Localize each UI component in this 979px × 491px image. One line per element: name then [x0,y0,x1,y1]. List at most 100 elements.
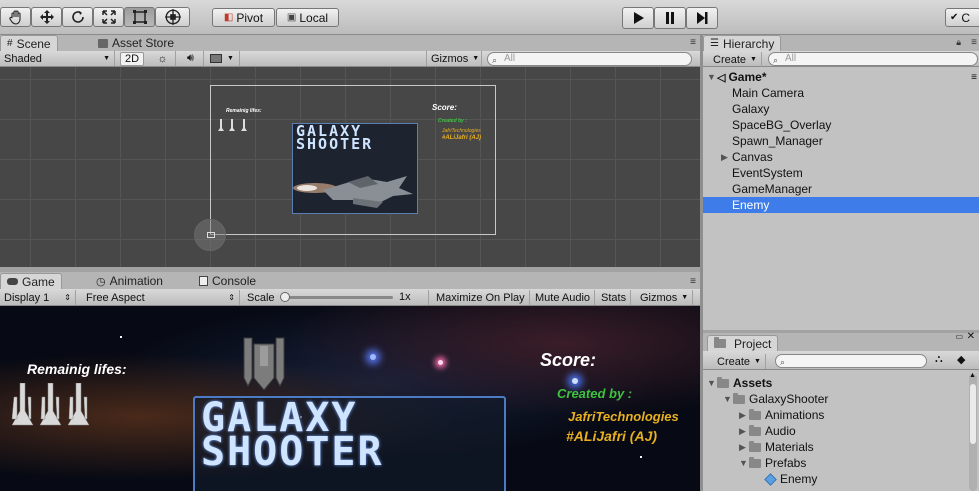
maximize-on-play-toggle[interactable]: Maximize On Play [432,290,530,305]
project-folder-row[interactable]: ▼ GalaxyShooter [723,391,828,407]
game-viewport[interactable]: Remainig lifes: Score: Created by : Jafr… [0,306,700,491]
mute-audio-toggle[interactable]: Mute Audio [531,290,596,305]
project-scrollbar[interactable]: ▲ [969,372,977,491]
hand-tool-button[interactable] [0,7,31,27]
hierarchy-item[interactable]: Galaxy [703,101,979,117]
tab-animation[interactable]: ◷ Animation [90,273,169,289]
expand-arrow-icon[interactable]: ▼ [739,458,749,468]
scrollbar-thumb[interactable] [970,384,976,444]
collapsed-arrow-icon[interactable]: ▶ [721,152,732,163]
pivot-toggle-button[interactable]: ◧ Pivot [212,8,275,27]
hierarchy-search-input[interactable]: ⌕ All [768,52,978,66]
scene-search-input[interactable]: ⌕ All [487,52,692,66]
project-create-dropdown[interactable]: Create ▼ [713,354,766,369]
project-folder-label: Prefabs [765,456,807,470]
close-icon[interactable]: ✕ [967,331,975,342]
hierarchy-item[interactable]: Main Camera [703,85,979,101]
filter-by-label-icon[interactable]: ◆ [957,353,965,366]
star [572,378,578,384]
tab-console[interactable]: Console [193,273,262,289]
dropdown-arrow-icon: ▼ [103,55,110,62]
tab-hierarchy[interactable]: ☰ Hierarchy [703,35,782,51]
hierarchy-item[interactable]: ▶ Canvas [703,149,979,165]
local-toggle-button[interactable]: ▣ Local [276,8,339,27]
camera-pivot-handle[interactable] [207,232,215,238]
project-folder-label: Animations [765,408,825,422]
hierarchy-item-selected[interactable]: Enemy [703,197,979,213]
collapsed-arrow-icon[interactable]: ▶ [739,426,749,437]
pause-button[interactable] [654,7,686,29]
transform-tool-button[interactable] [155,7,190,27]
camera-gizmo[interactable] [194,219,226,251]
project-prefab-row[interactable]: Enemy [764,471,817,487]
folder-icon [749,424,761,436]
move-tool-button[interactable] [31,7,62,27]
game-tabbar: Game ◷ Animation Console ≡ [0,272,700,289]
combined-transform-icon [164,9,181,25]
rect-tool-button[interactable] [124,7,155,27]
mute-audio-label: Mute Audio [535,291,591,304]
display-dropdown[interactable]: Display 1 ⇕ [0,290,76,305]
toggle-2d-button[interactable]: 2D [120,52,145,66]
scene-root-row[interactable]: ▼ ◁ Game* ≡ [703,69,979,85]
tab-project[interactable]: Project [707,335,779,351]
project-folder-row[interactable]: ▶ Animations [739,407,824,423]
hierarchy-create-dropdown[interactable]: Create ▼ [709,52,762,67]
project-search-input[interactable]: ⌕ [775,354,927,368]
project-folder-row[interactable]: ▼ Assets [707,375,772,391]
project-folder-row[interactable]: ▶ Materials [739,439,814,455]
local-label: Local [299,10,329,25]
rotate-tool-button[interactable] [62,7,93,27]
hierarchy-item[interactable]: EventSystem [703,165,979,181]
hierarchy-item[interactable]: SpaceBG_Overlay [703,117,979,133]
game-gizmos-dropdown[interactable]: Gizmos ▼ [636,290,693,305]
play-button[interactable] [622,7,654,29]
panel-menu-icon[interactable]: ≡ [971,72,977,83]
collapsed-arrow-icon[interactable]: ▶ [739,410,749,421]
effects-dropdown[interactable]: ▼ [206,51,240,66]
aspect-dropdown[interactable]: Free Aspect ⇕ [82,290,240,305]
hierarchy-controlbar: Create ▼ ⌕ All [703,51,979,67]
maximize-icon[interactable]: ▭ [955,332,963,341]
gamepad-icon [7,278,18,285]
tab-scene[interactable]: # Scene [0,35,58,51]
ship-lives-icon [218,119,247,131]
panel-menu-icon[interactable]: ≡ [690,37,696,48]
panel-menu-icon[interactable]: ≡ [690,276,696,287]
tab-console-label: Console [212,274,257,288]
rect-transform-icon [132,10,147,24]
scroll-up-icon[interactable]: ▲ [969,372,976,379]
lock-icon[interactable]: 🔒︎ [956,37,961,48]
expand-arrow-icon[interactable]: ▼ [707,378,717,388]
game-title-panel: GALAXY SHOOTER [193,396,506,491]
stats-toggle[interactable]: Stats [597,290,632,305]
hierarchy-item[interactable]: Spawn_Manager [703,133,979,149]
expand-arrow-icon[interactable]: ▼ [707,72,717,82]
prefab-cube-icon [764,472,777,486]
audio-toggle[interactable]: 🔊︎ [178,51,204,66]
scale-slider-thumb[interactable] [280,292,290,302]
project-folder-row[interactable]: ▶ Audio [739,423,796,439]
filter-by-type-icon[interactable]: ⛬ [935,353,943,366]
panel-menu-icon[interactable]: ≡ [971,37,977,48]
game-gizmos-label: Gizmos [640,291,678,304]
tab-asset-store[interactable]: Asset Store [92,35,180,51]
step-button[interactable] [686,7,718,29]
expand-arrow-icon[interactable]: ▼ [723,394,733,404]
collab-button[interactable]: ✔ C [945,8,979,27]
project-folder-row[interactable]: ▼ Prefabs [739,455,806,471]
scene-viewport[interactable]: Remainig lifes: Score: Created by : Jafr… [0,67,700,267]
shading-mode-dropdown[interactable]: Shaded ▼ [0,51,115,66]
star [438,360,443,365]
scale-slider-track[interactable] [283,296,393,299]
hierarchy-item[interactable]: GameManager [703,181,979,197]
hand-icon [8,10,21,25]
scene-gizmos-dropdown[interactable]: Gizmos ▼ [426,51,482,66]
lighting-toggle[interactable]: ☼ [150,51,176,66]
scale-tool-button[interactable] [93,7,124,27]
scene-gizmos-label: Gizmos [431,52,469,65]
hierarchy-tabbar: ☰ Hierarchy 🔒︎ ≡ [703,35,979,51]
move-arrows-icon [39,10,54,24]
collapsed-arrow-icon[interactable]: ▶ [739,442,749,453]
tab-game[interactable]: Game [0,273,62,289]
